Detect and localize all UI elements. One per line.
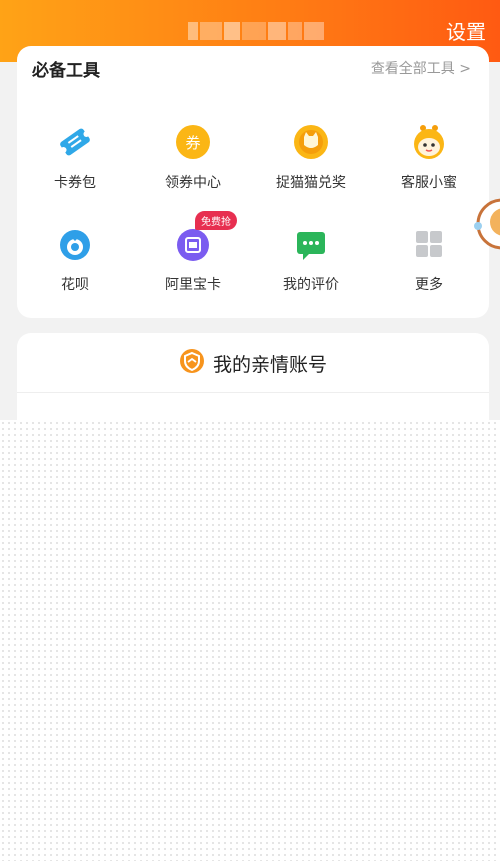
ticket-icon bbox=[55, 122, 95, 162]
huabei-icon bbox=[55, 224, 95, 264]
tool-label: 客服小蜜 bbox=[401, 175, 457, 191]
family-shield-icon bbox=[179, 348, 205, 378]
tool-customer-service[interactable]: 客服小蜜 bbox=[379, 122, 479, 192]
cat-coin-icon bbox=[291, 122, 331, 162]
review-bubble-icon bbox=[291, 224, 331, 264]
username-blurred bbox=[188, 18, 328, 44]
family-account-card[interactable]: 我的亲情账号 bbox=[17, 333, 489, 420]
floating-assistant-button[interactable] bbox=[474, 196, 500, 252]
settings-button[interactable]: 设置 bbox=[446, 16, 486, 45]
svg-text:券: 券 bbox=[185, 134, 200, 152]
free-grab-badge: 免费抢 bbox=[195, 211, 237, 230]
tool-card-wallet[interactable]: 卡券包 bbox=[25, 122, 125, 192]
coupon-icon: 券 bbox=[173, 122, 213, 162]
bee-assistant-icon bbox=[409, 122, 449, 162]
view-all-tools-link[interactable]: 查看全部工具 > bbox=[371, 58, 471, 78]
app-screen: 设置 必备工具 查看全部工具 > 卡券包 券 领券中心 捉猫猫兑奖 客服小蜜 花… bbox=[0, 0, 500, 420]
tool-label: 捉猫猫兑奖 bbox=[276, 175, 346, 191]
tool-label: 卡券包 bbox=[54, 175, 96, 191]
tool-coupon-center[interactable]: 券 领券中心 bbox=[143, 122, 243, 192]
essential-tools-card: 必备工具 查看全部工具 > 卡券包 券 领券中心 捉猫猫兑奖 客服小蜜 花呗 免… bbox=[17, 46, 489, 318]
tool-label: 我的评价 bbox=[283, 277, 339, 293]
tool-more[interactable]: 更多 bbox=[379, 224, 479, 294]
tool-label: 更多 bbox=[415, 277, 443, 293]
divider bbox=[17, 392, 489, 393]
tool-my-reviews[interactable]: 我的评价 bbox=[261, 224, 361, 294]
tool-label: 领券中心 bbox=[165, 175, 221, 191]
tool-ali-sim-card[interactable]: 免费抢 阿里宝卡 bbox=[143, 211, 243, 294]
tool-label: 花呗 bbox=[61, 277, 89, 293]
sim-card-icon: 免费抢 bbox=[173, 211, 237, 264]
grid-more-icon bbox=[409, 224, 449, 264]
family-account-row[interactable]: 我的亲情账号 bbox=[17, 347, 489, 379]
tools-title: 必备工具 bbox=[32, 61, 100, 81]
family-account-title: 我的亲情账号 bbox=[212, 353, 327, 376]
tool-label: 阿里宝卡 bbox=[165, 277, 221, 293]
tools-header: 必备工具 查看全部工具 > bbox=[17, 46, 489, 92]
tool-huabei[interactable]: 花呗 bbox=[25, 224, 125, 294]
tool-catch-cat[interactable]: 捉猫猫兑奖 bbox=[261, 122, 361, 192]
